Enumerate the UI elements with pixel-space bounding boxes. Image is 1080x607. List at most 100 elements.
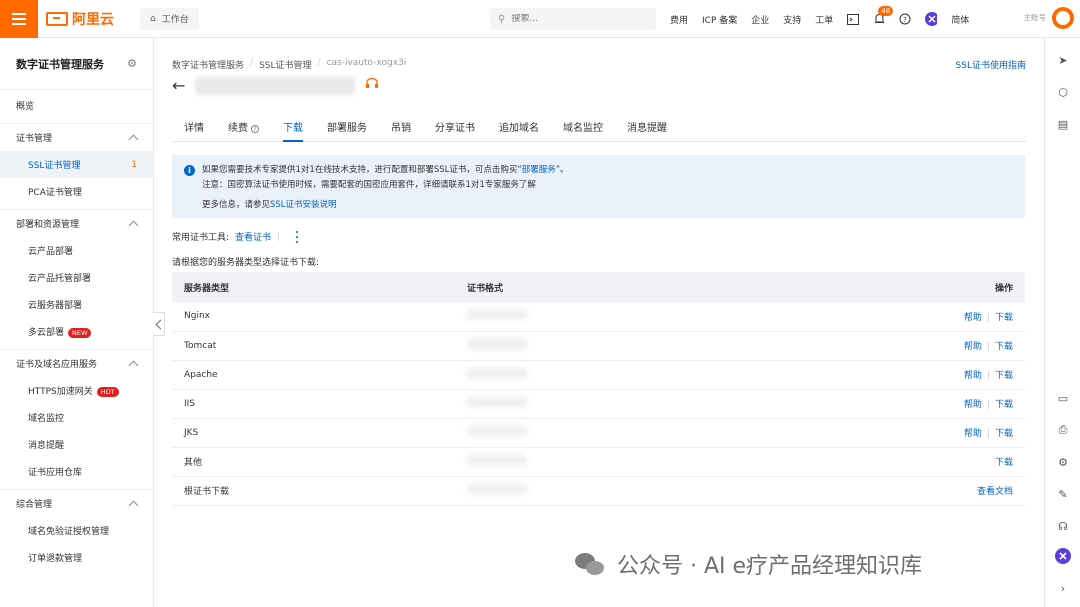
blurred-format — [467, 368, 527, 378]
gear-icon[interactable]: ⚙ — [1055, 454, 1071, 470]
help-circle-icon[interactable]: ? — [251, 125, 259, 133]
breadcrumb-item[interactable]: SSL证书管理 — [259, 58, 311, 71]
download-link[interactable]: 下载 — [995, 313, 1013, 323]
language-switch[interactable]: 简体 — [951, 13, 969, 26]
svg-text:?: ? — [903, 16, 907, 24]
help-link[interactable]: 帮助 — [964, 313, 982, 323]
sidebar-group-app[interactable]: 证书及域名应用服务 — [0, 349, 153, 377]
row-actions: 帮助 | 下载 — [759, 360, 1025, 390]
ssl-install-link[interactable]: SSL证书安装说明 — [270, 200, 337, 210]
sidebar-item-domain-auth[interactable]: 域名免验证授权管理 — [0, 517, 153, 544]
download-link[interactable]: 下载 — [995, 400, 1013, 410]
view-doc-link[interactable]: 查看文档 — [977, 487, 1013, 497]
notice-text: 更多信息，请参见 — [202, 200, 271, 210]
document-icon[interactable]: ▭ — [1055, 390, 1071, 406]
nav-fees[interactable]: 费用 — [670, 13, 688, 26]
back-arrow-icon[interactable]: ← — [172, 76, 185, 95]
tab-renew[interactable]: 续费? — [216, 118, 271, 141]
sidebar-item-label: 云产品部署 — [28, 247, 74, 257]
tools-label: 常用证书工具: — [172, 233, 230, 243]
workbench-button[interactable]: ⌂ 工作台 — [140, 7, 199, 30]
cube-icon[interactable]: ⬡ — [1055, 84, 1071, 100]
sidebar-item-cert-repo[interactable]: 证书应用仓库 — [0, 458, 153, 485]
sidebar-item-server-deploy[interactable]: 云服务器部署 — [0, 291, 153, 318]
breadcrumb-item[interactable]: 数字证书管理服务 — [172, 58, 244, 71]
help-link[interactable]: 帮助 — [964, 342, 982, 352]
sidebar-item-ssl[interactable]: SSL证书管理 1 — [0, 151, 153, 178]
watermark: 公众号 · AI e疗产品经理知识库 — [575, 548, 922, 580]
tab-detail[interactable]: 详情 — [172, 118, 216, 141]
sidebar-group-cert[interactable]: 证书管理 — [0, 123, 153, 151]
sidebar-item-domain-monitor[interactable]: 域名监控 — [0, 404, 153, 431]
sidebar-item-cloud-deploy[interactable]: 云产品部署 — [0, 237, 153, 264]
view-cert-link[interactable]: 查看证书 — [235, 230, 271, 243]
chevron-up-icon — [128, 360, 139, 371]
cert-format — [455, 389, 760, 419]
headset-support-icon[interactable] — [365, 77, 379, 94]
print-icon[interactable]: ⎙ — [1055, 422, 1071, 438]
sidebar-item-overview[interactable]: 概览 — [0, 92, 153, 119]
row-actions: 帮助 | 下载 — [759, 302, 1025, 332]
tab-domain-monitor[interactable]: 域名监控 — [551, 118, 615, 141]
sidebar-group-general[interactable]: 综合管理 — [0, 489, 153, 517]
brand-logo[interactable]: 阿里云 — [46, 9, 114, 29]
download-link[interactable]: 下载 — [995, 342, 1013, 352]
ssl-guide-link[interactable]: SSL证书使用指南 — [956, 58, 1026, 71]
search-box[interactable]: ⚲ — [490, 8, 656, 30]
row-actions: 帮助 | 下载 — [759, 418, 1025, 448]
bell-icon[interactable]: 46 — [873, 6, 894, 25]
download-link[interactable]: 下载 — [995, 371, 1013, 381]
settings-gear-icon[interactable]: ⚙ — [127, 57, 137, 70]
deploy-service-link[interactable]: 部署服务 — [522, 165, 556, 175]
sidebar-item-https-gateway[interactable]: HTTPS加速网关 HOT — [0, 377, 153, 404]
cert-format — [455, 476, 760, 506]
user-menu[interactable]: 主账号 — [996, 4, 1074, 32]
download-link[interactable]: 下载 — [995, 429, 1013, 439]
server-type: JKS — [172, 418, 455, 448]
notification-badge: 46 — [878, 6, 894, 16]
download-link[interactable]: 下载 — [995, 458, 1013, 468]
chevron-right-icon[interactable]: › — [1055, 580, 1071, 596]
notice-text: ”。 — [555, 165, 569, 175]
terminal-icon[interactable] — [847, 13, 860, 25]
sidebar-item-label: 多云部署 — [28, 328, 65, 338]
sidebar-item-hosted-deploy[interactable]: 云产品托管部署 — [0, 264, 153, 291]
cert-format — [455, 360, 760, 390]
tab-message[interactable]: 消息提醒 — [615, 118, 679, 141]
help-link[interactable]: 帮助 — [964, 429, 982, 439]
tab-add-domain[interactable]: 追加域名 — [487, 118, 551, 141]
help-icon[interactable]: ? — [899, 13, 911, 25]
tab-deploy-service[interactable]: 部署服务 — [315, 118, 379, 141]
sidebar-collapse-button[interactable] — [153, 312, 165, 336]
sidebar-item-pca[interactable]: PCA证书管理 — [0, 178, 153, 205]
cursor-icon[interactable]: ➤ — [1055, 52, 1071, 68]
more-vertical-icon[interactable] — [292, 230, 302, 243]
sidebar-item-multicloud[interactable]: 多云部署 NEW — [0, 318, 153, 345]
nav-ticket[interactable]: 工单 — [815, 13, 833, 26]
nav-icp[interactable]: ICP 备案 — [702, 13, 737, 26]
nav-support[interactable]: 支持 — [783, 13, 801, 26]
menu-icon[interactable] — [0, 0, 38, 38]
edit-icon[interactable]: ✎ — [1055, 486, 1071, 502]
tab-download[interactable]: 下载 — [271, 118, 315, 142]
sidebar-item-refund[interactable]: 订单退款管理 — [0, 544, 153, 571]
chevron-up-icon — [128, 134, 139, 145]
sidebar-group-deploy[interactable]: 部署和资源管理 — [0, 209, 153, 237]
nav-enterprise[interactable]: 企业 — [751, 13, 769, 26]
tab-revoke[interactable]: 吊销 — [379, 118, 423, 141]
headset-icon[interactable]: ☊ — [1055, 518, 1071, 534]
help-link[interactable]: 帮助 — [964, 400, 982, 410]
sidebar-item-count: 1 — [131, 159, 137, 170]
notes-icon[interactable]: ▤ — [1055, 116, 1071, 132]
search-input[interactable] — [511, 14, 632, 24]
page-title-row: ← — [172, 76, 379, 95]
tab-label: 续费 — [228, 123, 248, 134]
ai-assistant-icon[interactable] — [1055, 548, 1071, 564]
tab-share[interactable]: 分享证书 — [423, 118, 487, 141]
help-link[interactable]: 帮助 — [964, 371, 982, 381]
sidebar-item-message[interactable]: 消息提醒 — [0, 431, 153, 458]
ai-assistant-icon[interactable] — [925, 12, 938, 26]
cert-format — [455, 302, 760, 332]
server-type: Tomcat — [172, 331, 455, 361]
table-row: Tomcat 帮助 | 下载 — [172, 331, 1025, 361]
